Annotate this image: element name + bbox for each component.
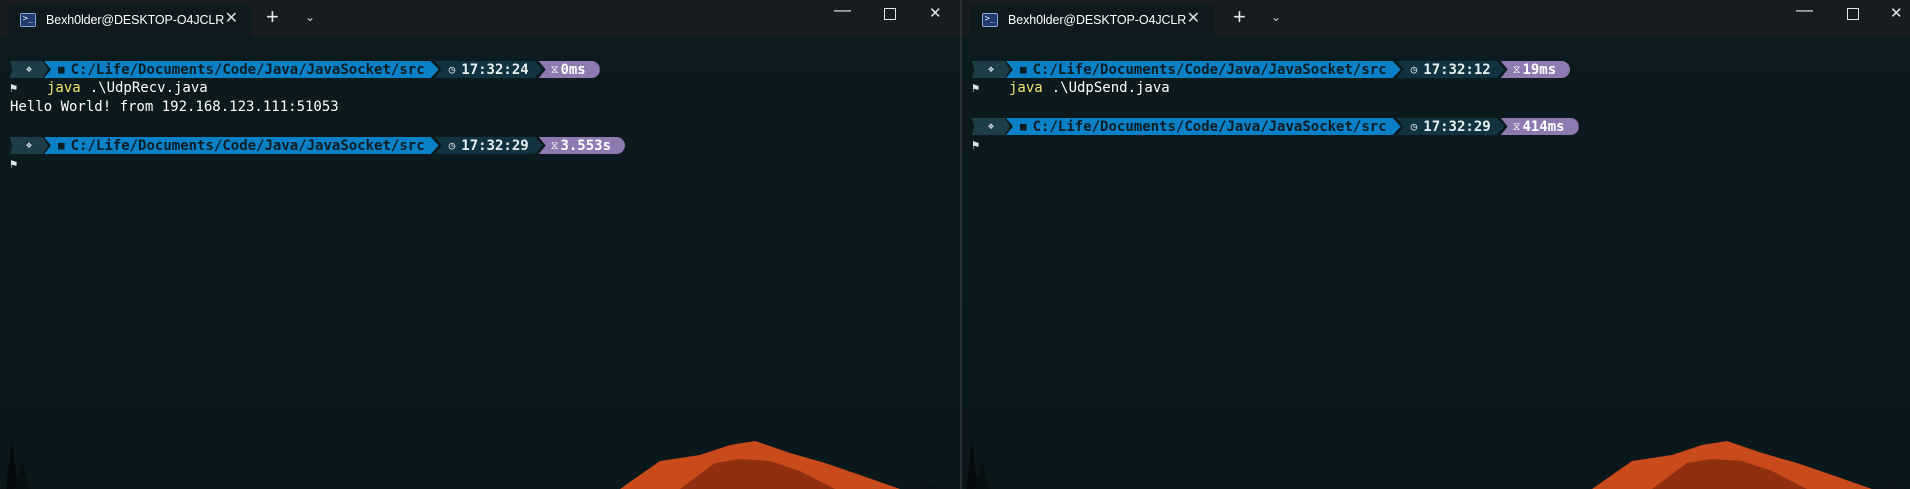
exec-time-segment: ⧖ 414ms <box>1500 118 1579 135</box>
exec-time-text: 3.553s <box>560 137 612 154</box>
chevron-down-icon[interactable]: ⌄ <box>305 10 315 24</box>
prompt-cursor-icon: ⚑ <box>972 138 980 152</box>
exec-time-text: 414ms <box>1522 118 1565 135</box>
tab-terminal[interactable]: >_ Bexh0lder@DESKTOP-O4JCLR ✕ <box>970 4 1214 36</box>
prompt-line: ❖ ■ C:/Life/Documents/Code/Java/JavaSocke… <box>10 60 960 79</box>
clock-icon: ◷ <box>448 139 456 152</box>
folder-icon: ■ <box>58 63 65 76</box>
windows-icon: ❖ <box>987 64 995 75</box>
time-segment: ◷ 17:32:29 <box>1397 118 1505 135</box>
path-segment: ■ C:/Life/Documents/Code/Java/JavaSocket/… <box>44 61 439 78</box>
terminal-window-left: >_ Bexh0lder@DESKTOP-O4JCLR ✕ + ⌄ — ✕ ❖ … <box>0 0 960 489</box>
os-segment: ❖ <box>972 61 1010 78</box>
path-text: C:/Life/Documents/Code/Java/JavaSocket/s… <box>70 61 425 78</box>
command-line: ⚑ java .\UdpRecv.java <box>10 79 960 98</box>
tab-close-icon[interactable]: ✕ <box>225 11 238 27</box>
command-line[interactable]: ⚑ <box>972 136 1910 155</box>
terminal-content[interactable]: ❖ ■ C:/Life/Documents/Code/Java/JavaSocke… <box>972 60 1910 155</box>
title-bar: >_ Bexh0lder@DESKTOP-O4JCLR ✕ + ⌄ — ✕ <box>962 0 1910 36</box>
tree-silhouette <box>6 439 30 489</box>
terminal-window-right: >_ Bexh0lder@DESKTOP-O4JCLR ✕ + ⌄ — ✕ ❖ … <box>962 0 1910 489</box>
path-text: C:/Life/Documents/Code/Java/JavaSocket/s… <box>1032 61 1387 78</box>
exec-time-segment: ⧖ 0ms <box>538 61 600 78</box>
os-segment: ❖ <box>10 61 48 78</box>
exec-time-segment: ⧖ 3.553s <box>538 137 626 154</box>
prompt-cursor-icon: ⚑ <box>972 81 980 95</box>
minimize-button[interactable]: — <box>834 0 851 20</box>
clock-icon: ◷ <box>1410 120 1418 133</box>
windows-icon: ❖ <box>987 121 995 132</box>
command-output: Hello World! from 192.168.123.111:51053 <box>10 99 339 115</box>
path-text: C:/Life/Documents/Code/Java/JavaSocket/s… <box>70 137 425 154</box>
hourglass-icon: ⧖ <box>1512 62 1521 76</box>
tab-terminal[interactable]: >_ Bexh0lder@DESKTOP-O4JCLR ✕ <box>8 4 252 36</box>
path-segment: ■ C:/Life/Documents/Code/Java/JavaSocket/… <box>44 137 439 154</box>
hourglass-icon: ⧖ <box>550 62 559 76</box>
exec-time-text: 0ms <box>560 61 586 78</box>
hourglass-icon: ⧖ <box>1512 119 1521 133</box>
close-window-button[interactable]: ✕ <box>1890 4 1903 24</box>
command-argument: .\UdpRecv.java <box>89 80 208 96</box>
command-line[interactable]: ⚑ <box>10 155 960 174</box>
clock-icon: ◷ <box>1410 63 1418 76</box>
maximize-button[interactable] <box>884 8 896 20</box>
time-text: 17:32:29 <box>1423 118 1491 135</box>
mountain-image <box>620 441 960 489</box>
tree-silhouette <box>966 441 990 489</box>
command-name: java <box>47 80 81 96</box>
maximize-button[interactable] <box>1847 8 1859 20</box>
prompt-line: ❖ ■ C:/Life/Documents/Code/Java/JavaSocke… <box>972 60 1910 79</box>
minimize-button[interactable]: — <box>1796 0 1813 20</box>
time-segment: ◷ 17:32:29 <box>435 137 543 154</box>
command-name: java <box>1009 80 1043 96</box>
prompt-cursor-icon: ⚑ <box>10 81 18 95</box>
new-tab-button[interactable]: + <box>266 6 279 28</box>
terminal-content[interactable]: ❖ ■ C:/Life/Documents/Code/Java/JavaSocke… <box>10 60 960 174</box>
path-segment: ■ C:/Life/Documents/Code/Java/JavaSocket/… <box>1006 118 1401 135</box>
folder-icon: ■ <box>1020 63 1027 76</box>
exec-time-text: 19ms <box>1522 61 1557 78</box>
time-text: 17:32:29 <box>461 137 529 154</box>
hourglass-icon: ⧖ <box>550 138 559 152</box>
tab-close-icon[interactable]: ✕ <box>1187 11 1200 27</box>
close-window-button[interactable]: ✕ <box>929 4 942 24</box>
new-tab-button[interactable]: + <box>1233 6 1246 28</box>
time-segment: ◷ 17:32:24 <box>435 61 543 78</box>
time-text: 17:32:24 <box>461 61 529 78</box>
title-bar: >_ Bexh0lder@DESKTOP-O4JCLR ✕ + ⌄ — ✕ <box>0 0 960 36</box>
windows-icon: ❖ <box>25 64 33 75</box>
folder-icon: ■ <box>1020 120 1027 133</box>
os-segment: ❖ <box>10 137 48 154</box>
powershell-icon: >_ <box>982 13 998 27</box>
prompt-line: ❖ ■ C:/Life/Documents/Code/Java/JavaSocke… <box>972 117 1910 136</box>
folder-icon: ■ <box>58 139 65 152</box>
clock-icon: ◷ <box>448 63 456 76</box>
chevron-down-icon[interactable]: ⌄ <box>1271 10 1281 24</box>
mountain-image <box>1592 441 1910 489</box>
prompt-line: ❖ ■ C:/Life/Documents/Code/Java/JavaSocke… <box>10 136 960 155</box>
prompt-cursor-icon: ⚑ <box>10 157 18 171</box>
time-text: 17:32:12 <box>1423 61 1491 78</box>
powershell-icon: >_ <box>20 13 36 27</box>
command-argument: .\UdpSend.java <box>1051 80 1170 96</box>
command-line: ⚑ java .\UdpSend.java <box>972 79 1910 98</box>
path-segment: ■ C:/Life/Documents/Code/Java/JavaSocket/… <box>1006 61 1401 78</box>
time-segment: ◷ 17:32:12 <box>1397 61 1505 78</box>
exec-time-segment: ⧖ 19ms <box>1500 61 1571 78</box>
path-text: C:/Life/Documents/Code/Java/JavaSocket/s… <box>1032 118 1387 135</box>
os-segment: ❖ <box>972 118 1010 135</box>
tab-title: Bexh0lder@DESKTOP-O4JCLR <box>46 13 225 27</box>
windows-icon: ❖ <box>25 140 33 151</box>
tab-title: Bexh0lder@DESKTOP-O4JCLR <box>1008 13 1187 27</box>
